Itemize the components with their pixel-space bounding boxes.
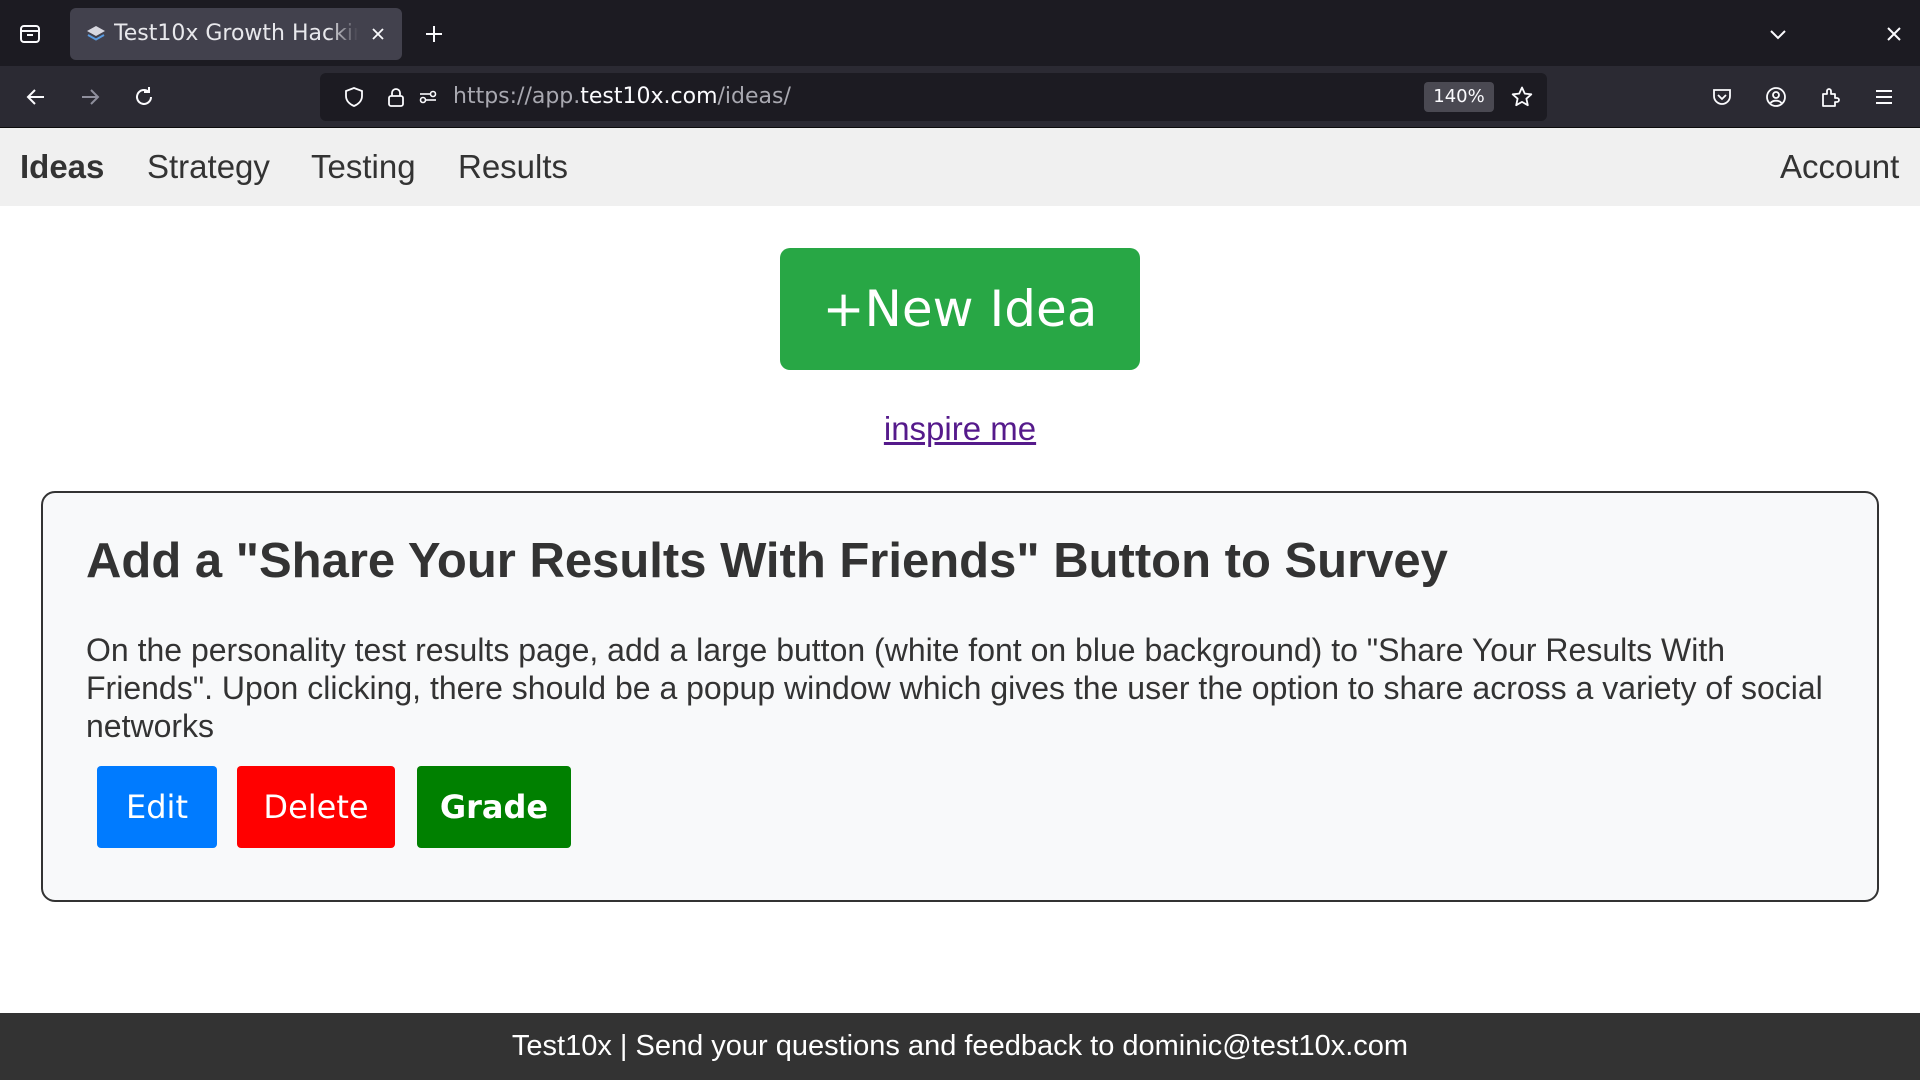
url-host: test10x.com [580,84,718,109]
back-arrow-icon[interactable] [20,81,52,113]
firefox-view-icon[interactable] [14,18,46,50]
browser-tab-active[interactable]: Test10x Growth Hacking Software [70,8,402,60]
browser-toolbar: https://app.test10x.com/ideas/ 140% [0,66,1920,128]
plus-icon[interactable] [418,18,450,50]
star-icon[interactable] [1510,85,1534,109]
grade-button[interactable]: Grade [417,766,571,848]
tab-title: Test10x Growth Hacking Software [114,21,358,46]
site-nav: Ideas Strategy Testing Results Account [0,128,1920,206]
nav-account[interactable]: Account [1780,148,1899,186]
zoom-level-badge[interactable]: 140% [1424,82,1494,112]
edit-button[interactable]: Edit [97,766,217,848]
url-prefix: https://app. [453,84,581,109]
idea-card: Add a "Share Your Results With Friends" … [41,491,1879,902]
idea-description: On the personality test results page, ad… [86,632,1823,744]
nav-testing[interactable]: Testing [311,148,416,186]
shield-icon[interactable] [342,85,366,109]
url-text[interactable]: https://app.test10x.com/ideas/ [453,83,791,111]
nav-ideas[interactable]: Ideas [20,148,104,186]
new-idea-button[interactable]: +New Idea [780,248,1140,370]
layers-icon [84,22,108,46]
close-icon[interactable] [366,22,390,46]
menu-icon[interactable] [1868,81,1900,113]
idea-title: Add a "Share Your Results With Friends" … [86,534,1448,588]
permissions-icon[interactable] [416,85,440,109]
account-icon[interactable] [1760,81,1792,113]
footer: Test10x | Send your questions and feedba… [0,1013,1920,1080]
delete-button[interactable]: Delete [237,766,395,848]
forward-arrow-icon[interactable] [74,81,106,113]
inspire-link-wrapper: inspire me [0,408,1920,450]
reload-icon[interactable] [128,81,160,113]
nav-strategy[interactable]: Strategy [147,148,270,186]
inspire-me-link[interactable]: inspire me [884,410,1036,447]
lock-icon[interactable] [384,85,408,109]
pocket-icon[interactable] [1706,81,1738,113]
footer-text: Test10x | Send your questions and feedba… [511,1030,1409,1062]
chevron-down-icon[interactable] [1762,18,1794,50]
nav-results[interactable]: Results [458,148,568,186]
url-bar[interactable]: https://app.test10x.com/ideas/ 140% [320,73,1547,121]
window-close-icon[interactable] [1878,18,1910,50]
browser-tab-bar: Test10x Growth Hacking Software [0,0,1920,66]
url-path: /ideas/ [717,84,791,109]
extensions-icon[interactable] [1814,81,1846,113]
